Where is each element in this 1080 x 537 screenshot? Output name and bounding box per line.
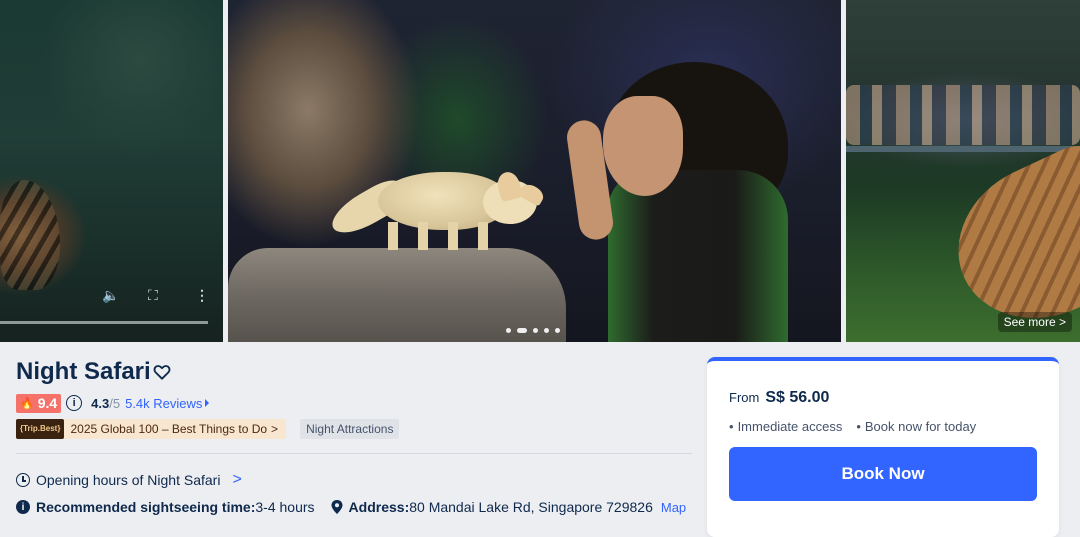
tags-row: {Trip.Best} 2025 Global 100 – Best Thing… xyxy=(16,419,400,439)
photo-gallery: 🔈 ⛶ ⋮ See more > xyxy=(0,0,1080,342)
keeper-body xyxy=(608,170,788,342)
flame-icon: 🔥 xyxy=(20,397,34,410)
award-label: 2025 Global 100 – Best Things to Do xyxy=(70,422,268,436)
score-badge: 🔥 9.4 xyxy=(16,393,62,413)
chevron-right-icon: > xyxy=(271,422,279,436)
location-pin-icon xyxy=(331,500,343,514)
gallery-photo-side[interactable]: See more > xyxy=(846,0,1080,342)
address-value: 80 Mandai Lake Rd, Singapore 729826 xyxy=(409,499,653,515)
category-tag[interactable]: Night Attractions xyxy=(300,419,400,439)
more-options-icon[interactable]: ⋮ xyxy=(195,287,209,304)
volume-icon[interactable]: 🔈 xyxy=(102,287,119,304)
booking-card: From S$ 56.00 Immediate access Book now … xyxy=(707,357,1059,537)
clock-icon xyxy=(16,473,30,487)
rating-max: /5 xyxy=(109,395,121,411)
award-badge[interactable]: {Trip.Best} 2025 Global 100 – Best Thing… xyxy=(16,419,287,439)
fox-legs xyxy=(388,222,498,250)
score-value: 9.4 xyxy=(37,395,58,411)
rating-row: 🔥 9.4 i 4.3 /5 5.4k Reviews xyxy=(16,393,210,413)
divider xyxy=(16,453,692,454)
book-now-button[interactable]: Book Now xyxy=(729,447,1037,501)
carousel-dots[interactable] xyxy=(506,328,560,333)
pangolin-image xyxy=(932,133,1080,342)
info-icon[interactable]: i xyxy=(66,395,83,411)
rail-image xyxy=(846,146,1080,152)
crowd-image xyxy=(846,85,1080,145)
tiger-image xyxy=(0,180,60,290)
video-progress-bar[interactable] xyxy=(0,321,208,324)
heart-outline-icon[interactable] xyxy=(152,362,172,382)
rating-value: 4.3 xyxy=(91,395,110,411)
tripbest-logo: {Trip.Best} xyxy=(16,419,65,439)
sightseeing-label: Recommended sightseeing time: xyxy=(36,499,256,515)
price-value: S$ 56.00 xyxy=(765,389,830,406)
carousel-dot[interactable] xyxy=(533,328,538,333)
gallery-video-tiger[interactable]: 🔈 ⛶ ⋮ xyxy=(0,0,223,342)
page-title: Night Safari xyxy=(16,358,151,385)
address-label: Address: xyxy=(348,499,410,515)
info-filled-icon: i xyxy=(16,500,30,514)
details-row: i Recommended sightseeing time: 3-4 hour… xyxy=(16,499,686,515)
reviews-link[interactable]: 5.4k Reviews xyxy=(125,396,202,411)
opening-hours-link[interactable]: Opening hours of Night Safari > xyxy=(16,471,242,489)
keeper-face xyxy=(603,96,683,196)
chevron-right-icon: > xyxy=(1058,315,1066,329)
price-row: From S$ 56.00 xyxy=(729,389,829,407)
see-more-button[interactable]: See more > xyxy=(997,312,1072,332)
carousel-dot[interactable] xyxy=(544,328,549,333)
from-label: From xyxy=(729,390,760,405)
feature-item: Immediate access xyxy=(729,419,843,434)
opening-hours-label: Opening hours of Night Safari xyxy=(36,472,221,488)
sightseeing-value: 3-4 hours xyxy=(255,499,315,515)
see-more-label: See more xyxy=(1003,315,1056,329)
feature-item: Book now for today xyxy=(856,419,976,434)
fullscreen-icon[interactable]: ⛶ xyxy=(148,287,158,304)
map-link[interactable]: Map xyxy=(661,500,686,515)
carousel-dot[interactable] xyxy=(555,328,560,333)
carousel-dot[interactable] xyxy=(506,328,511,333)
caret-right-icon xyxy=(205,399,210,407)
chevron-right-icon: > xyxy=(232,471,242,488)
carousel-dot-active[interactable] xyxy=(517,328,527,333)
gallery-photo-main[interactable] xyxy=(228,0,841,342)
booking-features: Immediate access Book now for today xyxy=(729,419,977,434)
